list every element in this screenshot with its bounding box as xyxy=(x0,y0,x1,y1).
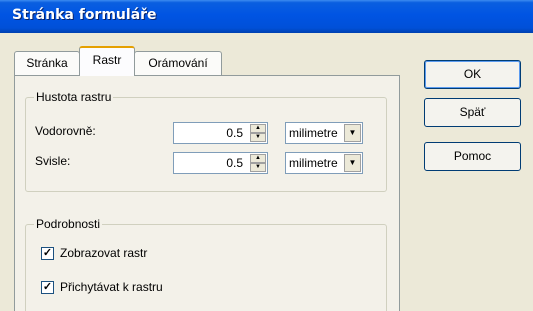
help-button[interactable]: Pomoc xyxy=(424,142,521,171)
back-button[interactable]: Späť xyxy=(424,98,521,127)
horizontal-dropdown-icon[interactable]: ▼ xyxy=(344,124,361,142)
horizontal-label: Vodorovně: xyxy=(35,124,96,138)
vertical-spin-buttons: ▲ ▼ xyxy=(250,154,266,172)
details-group: Podrobnosti ✓ Zobrazovat rastr ✓ Přichyt… xyxy=(25,217,387,311)
snap-to-grid-label[interactable]: Přichytávat k rastru xyxy=(60,280,163,294)
horizontal-spin-buttons: ▲ ▼ xyxy=(250,124,266,142)
horizontal-unit-select[interactable]: milimetre ▼ xyxy=(285,122,363,144)
vertical-value: 0.5 xyxy=(226,156,243,170)
grid-density-group: Hustota rastru Vodorovně: 0.5 ▲ ▼ milime… xyxy=(25,90,387,192)
vertical-spin-down-icon[interactable]: ▼ xyxy=(250,163,266,172)
vertical-spin-up-icon[interactable]: ▲ xyxy=(250,154,266,163)
horizontal-spin-up-icon[interactable]: ▲ xyxy=(250,124,266,133)
vertical-unit-value: milimetre xyxy=(289,156,338,170)
snap-to-grid-checkbox[interactable]: ✓ xyxy=(41,281,54,294)
vertical-spinbox[interactable]: 0.5 ▲ ▼ xyxy=(173,152,268,174)
show-grid-checkbox[interactable]: ✓ xyxy=(41,247,54,260)
horizontal-unit-value: milimetre xyxy=(289,126,338,140)
details-legend: Podrobnosti xyxy=(34,217,103,231)
horizontal-value: 0.5 xyxy=(226,126,243,140)
title-bar[interactable]: Stránka formuláře xyxy=(0,0,533,33)
tab-panel: Hustota rastru Vodorovně: 0.5 ▲ ▼ milime… xyxy=(14,75,400,311)
window-title: Stránka formuláře xyxy=(12,7,157,23)
tab-stranka[interactable]: Stránka xyxy=(14,51,80,75)
horizontal-spinbox[interactable]: 0.5 ▲ ▼ xyxy=(173,122,268,144)
vertical-dropdown-icon[interactable]: ▼ xyxy=(344,154,361,172)
vertical-label: Svisle: xyxy=(35,154,71,168)
tab-rastr[interactable]: Rastr xyxy=(79,46,135,76)
vertical-unit-select[interactable]: milimetre ▼ xyxy=(285,152,363,174)
tab-oramovani[interactable]: Orámování xyxy=(134,51,222,75)
dialog-window: Stránka formuláře Stránka Rastr Orámován… xyxy=(0,0,533,311)
ok-button[interactable]: OK xyxy=(424,60,521,89)
grid-density-legend: Hustota rastru xyxy=(34,90,114,104)
show-grid-label[interactable]: Zobrazovat rastr xyxy=(60,246,147,260)
horizontal-spin-down-icon[interactable]: ▼ xyxy=(250,133,266,142)
